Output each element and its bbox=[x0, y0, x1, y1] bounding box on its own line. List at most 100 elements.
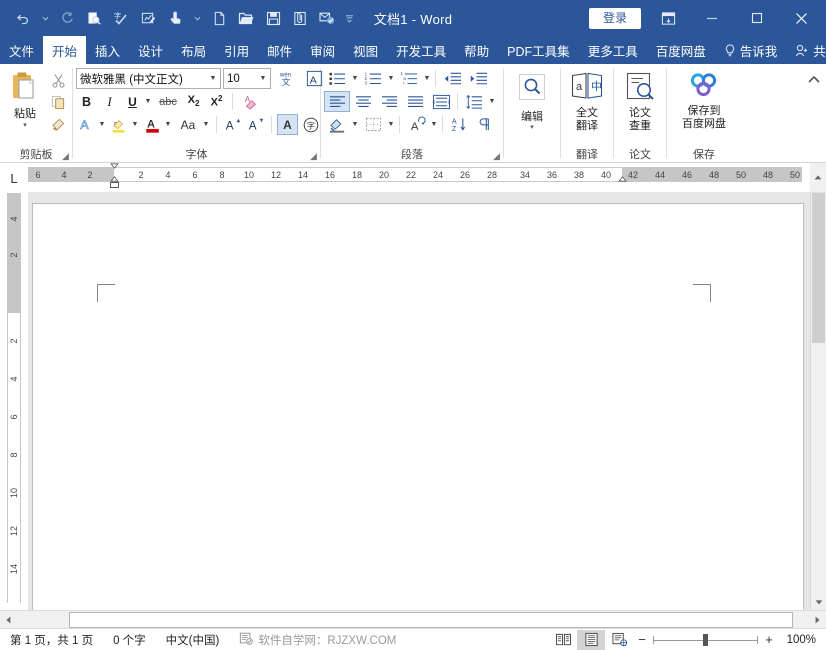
close-button[interactable] bbox=[779, 0, 824, 36]
tab-stop-selector[interactable]: L bbox=[0, 163, 28, 193]
customize-quick-access-icon[interactable] bbox=[341, 5, 357, 31]
tab-more-tools[interactable]: 更多工具 bbox=[579, 36, 647, 64]
minimize-button[interactable] bbox=[689, 0, 734, 36]
left-indent-marker[interactable] bbox=[110, 182, 119, 188]
borders-icon[interactable] bbox=[360, 114, 386, 135]
multilevel-list-icon[interactable]: 1ai bbox=[396, 68, 422, 89]
scroll-left-button[interactable] bbox=[0, 612, 17, 628]
bold-button[interactable]: B bbox=[76, 91, 97, 112]
tab-share[interactable]: 共享 bbox=[786, 36, 826, 64]
font-size-chevron-down-icon[interactable]: ▼ bbox=[256, 69, 270, 88]
font-dialog-launcher[interactable]: ◢ bbox=[308, 151, 319, 162]
ribbon-display-options-icon[interactable] bbox=[655, 5, 681, 31]
horizontal-ruler[interactable]: 6 4 2 2 4 6 8 10 12 14 16 18 20 22 24 26… bbox=[28, 163, 810, 193]
line-spacing-icon[interactable] bbox=[461, 91, 487, 112]
asian-layout-icon[interactable]: A bbox=[403, 114, 429, 135]
strikethrough-button[interactable]: abc bbox=[155, 91, 181, 112]
chart-edit-icon[interactable] bbox=[135, 5, 161, 31]
tab-tell-me[interactable]: 告诉我 bbox=[715, 36, 787, 64]
align-center-icon[interactable] bbox=[350, 91, 376, 112]
paragraph-dialog-launcher[interactable]: ◢ bbox=[491, 151, 502, 162]
undo-dropdown-icon[interactable] bbox=[37, 5, 53, 31]
open-folder-icon[interactable] bbox=[233, 5, 259, 31]
sort-icon[interactable]: AZ bbox=[446, 114, 472, 135]
scroll-down-button[interactable] bbox=[811, 594, 826, 610]
bullets-chevron-down-icon[interactable]: ▼ bbox=[350, 68, 360, 89]
font-name-combo[interactable]: 微软雅黑 (中文正文) ▼ bbox=[76, 68, 221, 89]
numbering-chevron-down-icon[interactable]: ▼ bbox=[386, 68, 396, 89]
zoom-slider-thumb[interactable] bbox=[703, 634, 708, 646]
phonetic-guide-icon[interactable]: wén文 bbox=[273, 68, 299, 89]
asian-layout-chevron-down-icon[interactable]: ▼ bbox=[429, 114, 439, 135]
touch-mode-dropdown-icon[interactable] bbox=[189, 5, 205, 31]
vertical-scrollbar[interactable] bbox=[810, 193, 826, 610]
decrease-indent-icon[interactable] bbox=[439, 68, 465, 89]
font-color-chevron-down-icon[interactable]: ▼ bbox=[163, 114, 173, 135]
change-case-button[interactable]: Aa bbox=[175, 114, 201, 135]
character-shading-button[interactable]: A bbox=[277, 114, 298, 135]
vertical-ruler[interactable]: 4 2 2 4 6 8 10 12 14 bbox=[0, 193, 28, 610]
email-send-icon[interactable] bbox=[314, 5, 340, 31]
change-case-chevron-down-icon[interactable]: ▼ bbox=[201, 114, 211, 135]
tab-insert[interactable]: 插入 bbox=[86, 36, 129, 64]
tab-home[interactable]: 开始 bbox=[43, 36, 86, 64]
tab-design[interactable]: 设计 bbox=[129, 36, 172, 64]
tab-mailings[interactable]: 邮件 bbox=[258, 36, 301, 64]
document-page[interactable] bbox=[32, 203, 804, 610]
tab-pdf-tools[interactable]: PDF工具集 bbox=[498, 36, 579, 64]
multilevel-chevron-down-icon[interactable]: ▼ bbox=[422, 68, 432, 89]
align-right-icon[interactable] bbox=[376, 91, 402, 112]
scroll-up-button[interactable] bbox=[810, 163, 826, 192]
maximize-button[interactable] bbox=[734, 0, 779, 36]
scroll-right-button[interactable] bbox=[809, 612, 826, 628]
thesis-check-button[interactable]: 论文 查重 bbox=[617, 67, 663, 141]
align-left-icon[interactable] bbox=[324, 91, 350, 112]
editing-dropdown-arrow[interactable]: ▾ bbox=[530, 124, 534, 132]
increase-indent-icon[interactable] bbox=[465, 68, 491, 89]
show-formatting-marks-icon[interactable] bbox=[472, 114, 498, 135]
shading-icon[interactable] bbox=[324, 114, 350, 135]
text-effects-icon[interactable]: A bbox=[76, 114, 97, 135]
paste-dropdown-arrow[interactable]: ▾ bbox=[23, 122, 27, 129]
zoom-out-button[interactable]: − bbox=[633, 632, 651, 647]
line-spacing-chevron-down-icon[interactable]: ▼ bbox=[487, 91, 497, 112]
tab-file[interactable]: 文件 bbox=[0, 36, 43, 64]
font-name-chevron-down-icon[interactable]: ▼ bbox=[206, 69, 220, 88]
new-document-icon[interactable] bbox=[206, 5, 232, 31]
shrink-font-icon[interactable]: A bbox=[245, 114, 266, 135]
italic-button[interactable]: I bbox=[99, 91, 120, 112]
paste-button[interactable]: 粘贴 ▾ bbox=[3, 67, 47, 129]
proofing-status[interactable]: 软件自学网：RJZXW.COM bbox=[229, 631, 406, 648]
font-color-icon[interactable]: A bbox=[142, 114, 163, 135]
tab-help[interactable]: 帮助 bbox=[455, 36, 498, 64]
horizontal-scroll-thumb[interactable] bbox=[69, 612, 793, 628]
vertical-scroll-thumb[interactable] bbox=[812, 193, 825, 343]
text-effects-chevron-down-icon[interactable]: ▼ bbox=[97, 114, 107, 135]
cut-icon[interactable] bbox=[47, 70, 69, 91]
print-preview-icon[interactable] bbox=[81, 5, 107, 31]
sign-in-button[interactable]: 登录 bbox=[589, 8, 641, 29]
web-layout-button[interactable] bbox=[605, 630, 633, 650]
document-canvas[interactable] bbox=[28, 193, 810, 610]
vertical-scroll-track[interactable] bbox=[811, 193, 826, 594]
word-count[interactable]: 0 个字 bbox=[103, 632, 156, 648]
collapse-ribbon-icon[interactable] bbox=[806, 72, 822, 88]
save-icon[interactable] bbox=[260, 5, 286, 31]
clear-formatting-icon[interactable]: A bbox=[238, 91, 264, 112]
tab-references[interactable]: 引用 bbox=[215, 36, 258, 64]
print-layout-button[interactable] bbox=[577, 630, 605, 650]
copy-icon[interactable] bbox=[47, 92, 69, 113]
format-painter-icon[interactable] bbox=[47, 114, 69, 135]
language-indicator[interactable]: 中文(中国) bbox=[156, 632, 230, 648]
numbering-icon[interactable]: 123 bbox=[360, 68, 386, 89]
touch-mode-icon[interactable] bbox=[162, 5, 188, 31]
shading-chevron-down-icon[interactable]: ▼ bbox=[350, 114, 360, 135]
tab-baidu-netdisk[interactable]: 百度网盘 bbox=[647, 36, 715, 64]
redo-icon[interactable] bbox=[54, 5, 80, 31]
tab-view[interactable]: 视图 bbox=[344, 36, 387, 64]
subscript-button[interactable]: X2 bbox=[183, 91, 204, 112]
highlight-chevron-down-icon[interactable]: ▼ bbox=[130, 114, 140, 135]
distribute-icon[interactable] bbox=[428, 91, 454, 112]
zoom-in-button[interactable]: + bbox=[760, 632, 778, 647]
zoom-level[interactable]: 100% bbox=[778, 634, 818, 646]
